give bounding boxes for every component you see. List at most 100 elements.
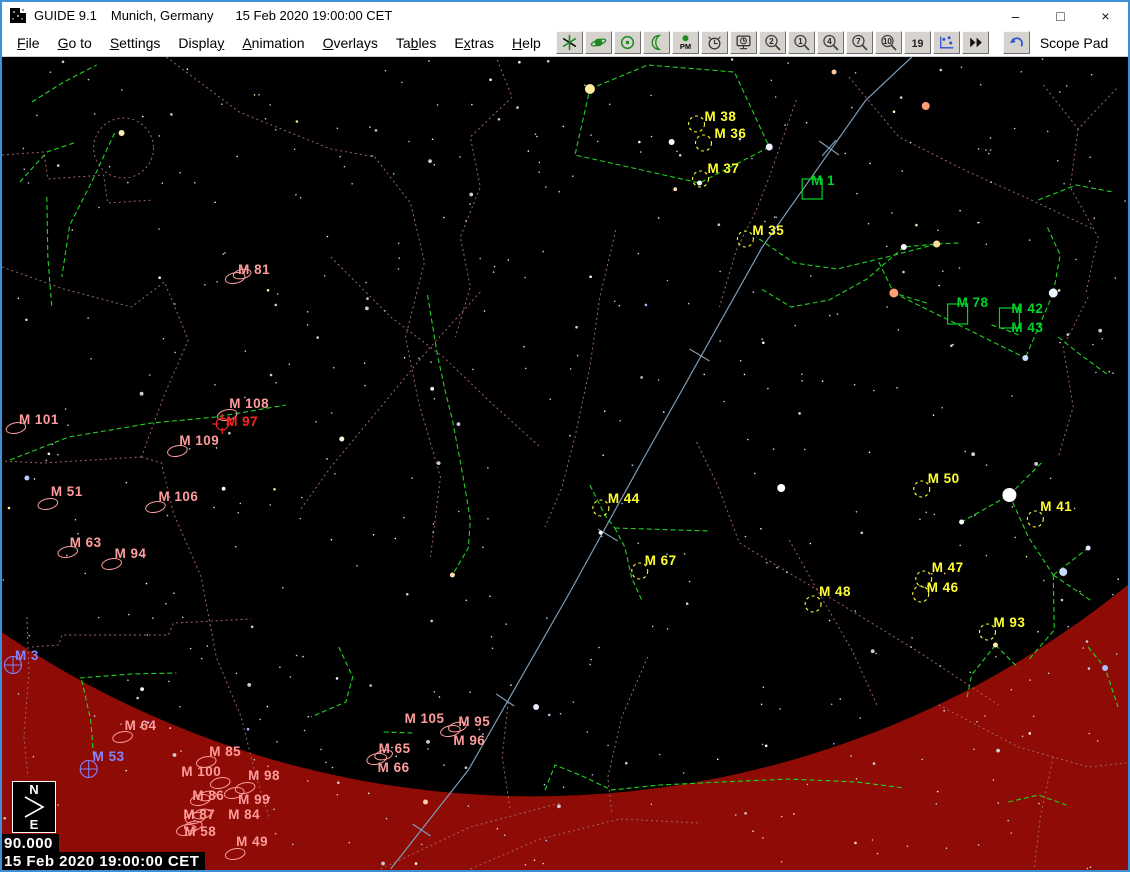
menu-item-animation[interactable]: Animation [233, 32, 313, 54]
messier-label: M 108 [229, 396, 269, 411]
compass-arrow-icon [16, 796, 52, 818]
messier-label: M 43 [1011, 320, 1043, 335]
zoom-level-1-button[interactable]: 1 [788, 31, 815, 54]
mag-limit-19-button[interactable]: 19 [904, 31, 931, 54]
messier-label: M 38 [705, 109, 737, 124]
messier-label: M 101 [19, 412, 59, 427]
object-m-50[interactable]: M 50 [914, 471, 960, 497]
object-m-78[interactable]: M 78 [948, 295, 989, 324]
messier-label: M 66 [378, 760, 410, 775]
menu-item-overlays[interactable]: Overlays [314, 32, 387, 54]
svg-text:10: 10 [883, 37, 892, 46]
messier-label: M 93 [993, 615, 1025, 630]
messier-label: M 85 [209, 744, 241, 759]
messier-label: M 44 [608, 491, 640, 506]
app-title: GUIDE 9.1 [34, 8, 97, 23]
compass-north-label: N [29, 783, 38, 796]
messier-label: M 105 [405, 711, 445, 726]
sun-button[interactable] [614, 31, 641, 54]
object-m-84[interactable]: M 84 [228, 807, 260, 822]
menu-item-extras[interactable]: Extras [445, 32, 503, 54]
object-m-48[interactable]: M 48 [805, 584, 851, 612]
object-m-94[interactable]: M 94 [101, 546, 147, 571]
menu-item-tables[interactable]: Tables [387, 32, 446, 54]
object-m-67[interactable]: M 67 [632, 553, 677, 579]
object-m-36[interactable]: M 36 [696, 126, 747, 151]
menu-bar: FileGo toSettingsDisplayAnimationOverlay… [2, 29, 1128, 57]
messier-label: M 87 [183, 807, 215, 822]
object-m-51[interactable]: M 51 [37, 484, 83, 511]
object-m-46[interactable]: M 46 [913, 580, 959, 602]
menu-item-display[interactable]: Display [169, 32, 233, 54]
menu-item-settings[interactable]: Settings [101, 32, 170, 54]
svg-text:2: 2 [769, 37, 774, 46]
chart-mode-button[interactable] [933, 31, 960, 54]
messier-label: M 42 [1011, 301, 1043, 316]
ppm-stars-button[interactable]: PM [672, 31, 699, 54]
object-m-66[interactable]: M 66 [378, 760, 410, 775]
app-icon [10, 8, 26, 23]
messier-label: M 48 [819, 584, 851, 599]
messier-label: M 51 [51, 484, 83, 499]
object-m-41[interactable]: M 41 [1027, 499, 1072, 527]
close-button[interactable]: × [1083, 2, 1128, 29]
messier-label: M 41 [1040, 499, 1072, 514]
system-clock-button[interactable] [730, 31, 757, 54]
fast-forward-button[interactable] [962, 31, 989, 54]
zoom-level-10-button[interactable]: 10 [875, 31, 902, 54]
statusbar-datetime: 15 Feb 2020 19:00:00 CET [2, 852, 205, 870]
object-m-35[interactable]: M 35 [737, 223, 784, 247]
object-m-63[interactable]: M 63 [57, 535, 102, 559]
messier-label: M 94 [115, 546, 147, 561]
goto-star-button[interactable] [556, 31, 583, 54]
toolbar: PM 2 1 4 7 10 19 [556, 31, 1030, 54]
messier-label: M 3 [15, 648, 39, 663]
zoom-level-7-button[interactable]: 7 [846, 31, 873, 54]
messier-label: M 78 [957, 295, 989, 310]
alarm-clock-button[interactable] [701, 31, 728, 54]
menu-item-go-to[interactable]: Go to [49, 32, 101, 54]
object-m-95[interactable]: M 95 [458, 714, 490, 729]
object-m-106[interactable]: M 106 [145, 489, 199, 514]
object-m-101[interactable]: M 101 [5, 412, 59, 435]
planets-button[interactable] [585, 31, 612, 54]
object-m-44[interactable]: M 44 [593, 491, 640, 516]
messier-label: M 96 [453, 733, 485, 748]
messier-label: M 97 [226, 414, 258, 429]
messier-label: M 109 [179, 433, 219, 448]
menu-items: FileGo toSettingsDisplayAnimationOverlay… [8, 35, 550, 51]
messier-label: M 53 [93, 749, 125, 764]
svg-text:19: 19 [911, 38, 923, 50]
messier-label: M 1 [811, 173, 835, 188]
undo-button[interactable] [1003, 31, 1030, 54]
zoom-level-4-button[interactable]: 4 [817, 31, 844, 54]
star-chart-area: M 38M 36M 37M 1M 35M 78M 42M 43M 81M 108… [2, 57, 1128, 870]
sky-chart[interactable]: M 38M 36M 37M 1M 35M 78M 42M 43M 81M 108… [2, 57, 1128, 870]
messier-label: M 95 [458, 714, 490, 729]
maximize-button[interactable]: □ [1038, 2, 1083, 29]
object-m-109[interactable]: M 109 [167, 433, 220, 458]
object-m-81[interactable]: M 81 [224, 262, 270, 285]
moon-button[interactable] [643, 31, 670, 54]
messier-label: M 47 [932, 560, 964, 575]
title-location: Munich, Germany [111, 8, 214, 23]
field-of-view-readout: 90.000 [2, 834, 59, 852]
zoom-level-2-button[interactable]: 2 [759, 31, 786, 54]
minimize-button[interactable]: – [993, 2, 1038, 29]
messier-label: M 58 [184, 824, 216, 839]
menu-item-file[interactable]: File [8, 32, 49, 54]
below-horizon-region [2, 57, 1128, 870]
scope-pad-button[interactable]: Scope Pad [1040, 35, 1109, 51]
object-m-43[interactable]: M 43 [1011, 320, 1043, 335]
object-m-96[interactable]: M 96 [453, 733, 485, 748]
title-bar: GUIDE 9.1 Munich, Germany 15 Feb 2020 19… [2, 2, 1128, 29]
object-m-1[interactable]: M 1 [802, 173, 835, 199]
object-m-93[interactable]: M 93 [980, 615, 1026, 640]
svg-text:7: 7 [856, 37, 861, 46]
svg-text:4: 4 [827, 37, 832, 46]
messier-label: M 106 [158, 489, 198, 504]
constellation-lines [10, 65, 1118, 805]
messier-label: M 99 [238, 792, 270, 807]
object-m-97[interactable]: M 97 [212, 414, 258, 434]
menu-item-help[interactable]: Help [503, 32, 550, 54]
